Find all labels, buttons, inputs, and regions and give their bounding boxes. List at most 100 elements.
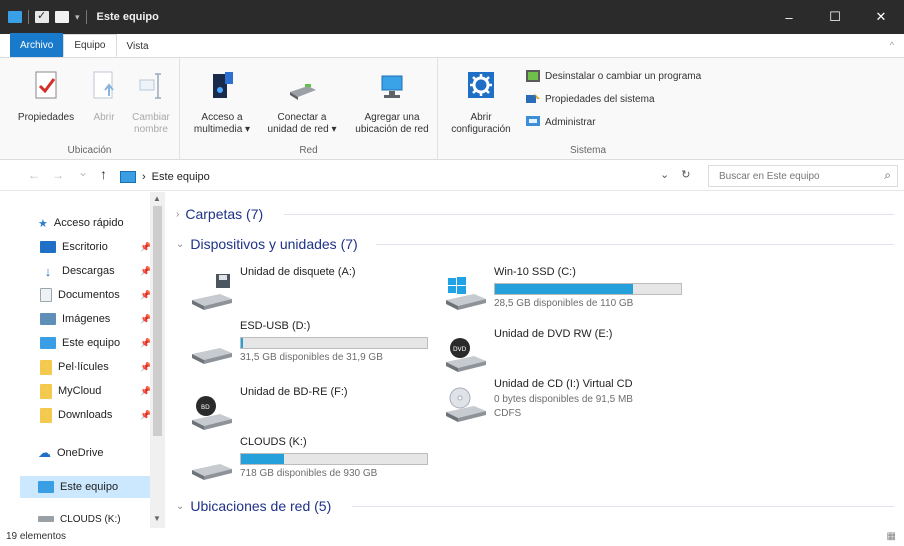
new-folder-icon[interactable]: [55, 11, 69, 23]
system-properties-button[interactable]: Propiedades del sistema: [526, 93, 655, 105]
breadcrumb[interactable]: › Este equipo: [120, 167, 210, 187]
rename-icon: [139, 73, 161, 99]
desktop-icon: [40, 241, 56, 253]
add-network-location-button[interactable]: Agregar una ubicación de red: [350, 70, 434, 136]
chevron-down-icon: ⌄: [176, 238, 185, 250]
search-icon: ⌕: [884, 168, 891, 182]
nav-scrollbar[interactable]: ▲ ▼: [150, 192, 165, 528]
usage-bar-fill: [241, 454, 284, 464]
drive-clouds-k[interactable]: CLOUDS (K:) 718 GB disponibles de 930 GB: [190, 436, 440, 488]
tab-file[interactable]: Archivo: [10, 33, 64, 57]
scroll-up-icon[interactable]: ▲: [153, 194, 161, 203]
drive-dvd-e[interactable]: DVD Unidad de DVD RW (E:): [444, 328, 694, 380]
tab-view[interactable]: Vista: [117, 35, 159, 57]
system-properties-icon: [526, 93, 540, 103]
floppy-drive-icon: [192, 274, 232, 310]
divider: [376, 244, 894, 245]
manage-button[interactable]: Administrar: [526, 116, 596, 128]
dvd-drive-icon: DVD: [446, 338, 486, 372]
drive-windows-c[interactable]: Win-10 SSD (C:) 28,5 GB disponibles de 1…: [444, 266, 694, 318]
drive-bd-f[interactable]: BD Unidad de BD-RE (F:): [190, 386, 440, 438]
nav-item-clouds-drive[interactable]: CLOUDS (K:): [38, 508, 121, 530]
rename-button[interactable]: Cambiar nombre: [126, 70, 176, 136]
nav-item-onedrive[interactable]: ☁ OneDrive: [38, 442, 103, 464]
manage-icon: [526, 116, 540, 126]
title-bar: ▾ Este equipo – ☐ ✕: [0, 0, 904, 34]
drive-free-space: 0 bytes disponibles de 91,5 MB: [494, 394, 633, 405]
computer-icon[interactable]: [8, 11, 22, 23]
back-arrow-icon[interactable]: ←: [28, 168, 40, 182]
nav-item-downloads-folder[interactable]: Downloads 📌: [40, 404, 151, 426]
nav-item-desktop[interactable]: Escritorio 📌: [40, 236, 151, 258]
quick-access-toolbar: ▾: [0, 9, 87, 24]
address-dropdown-icon[interactable]: ⌄: [660, 168, 669, 181]
scroll-down-icon[interactable]: ▼: [153, 514, 161, 523]
drive-floppy-a[interactable]: Unidad de disquete (A:): [190, 266, 440, 318]
network-location-icon: [381, 75, 403, 98]
drive-filesystem: CDFS: [494, 408, 522, 419]
drive-free-space: 28,5 GB disponibles de 110 GB: [494, 298, 634, 309]
drive-free-space: 718 GB disponibles de 930 GB: [240, 468, 378, 479]
drive-cd-i[interactable]: Unidad de CD (I:) Virtual CD 0 bytes dis…: [444, 378, 694, 430]
chevron-up-icon[interactable]: ^: [890, 40, 894, 50]
section-network-title: Ubicaciones de red (5): [190, 498, 332, 514]
drive-icon: [38, 516, 54, 522]
nav-item-this-pc-pinned[interactable]: Este equipo 📌: [40, 332, 151, 354]
nav-item-quick-access[interactable]: ★ Acceso rápido: [38, 212, 124, 234]
nav-item-movies[interactable]: Pel·lícules 📌: [40, 356, 151, 378]
section-folders[interactable]: › Carpetas (7): [176, 204, 263, 224]
nav-item-mycloud[interactable]: MyCloud 📌: [40, 380, 151, 402]
chevron-down-icon[interactable]: ▾: [75, 12, 80, 23]
up-arrow-icon[interactable]: ↑: [100, 166, 107, 182]
properties-icon[interactable]: [35, 9, 49, 23]
nav-item-downloads[interactable]: ↓ Descargas 📌: [40, 260, 151, 282]
tab-computer[interactable]: Equipo: [63, 34, 117, 57]
bd-drive-icon: BD: [192, 396, 232, 430]
gear-icon: [468, 72, 494, 98]
ribbon-group-location: Propiedades Abrir Cambiar nombre Ubicaci…: [0, 58, 180, 160]
refresh-icon[interactable]: ↻: [681, 168, 690, 181]
nav-item-pictures[interactable]: Imágenes 📌: [40, 308, 151, 330]
close-button[interactable]: ✕: [858, 0, 904, 34]
search-input[interactable]: Buscar en Este equipo ⌕: [708, 165, 898, 187]
ribbon: Propiedades Abrir Cambiar nombre Ubicaci…: [0, 58, 904, 160]
media-access-label: Acceso a multimedia ▾: [193, 112, 251, 135]
open-settings-label: Abrir configuración: [451, 112, 511, 135]
usage-bar: [240, 337, 428, 349]
maximize-button[interactable]: ☐: [812, 0, 858, 34]
scrollbar-thumb[interactable]: [153, 206, 162, 436]
nav-item-label: Este equipo: [62, 337, 121, 349]
media-access-button[interactable]: Acceso a multimedia ▾: [190, 70, 254, 136]
drive-name: ESD-USB (D:): [240, 320, 311, 332]
recent-locations-icon[interactable]: ⌄: [78, 165, 88, 179]
open-settings-button[interactable]: Abrir configuración: [442, 70, 520, 136]
nav-item-label: OneDrive: [57, 447, 104, 459]
group-label-location: Ubicación: [67, 145, 112, 156]
view-toggle-icon[interactable]: ▦: [887, 531, 896, 542]
usage-bar-fill: [495, 284, 633, 294]
group-label-network: Red: [299, 145, 318, 156]
section-network-locations[interactable]: ⌄ Ubicaciones de red (5): [176, 496, 331, 516]
cloud-drive-icon: [192, 464, 232, 480]
nav-item-documents[interactable]: Documentos 📌: [40, 284, 151, 306]
usb-drive-icon: [192, 348, 232, 364]
document-icon: [40, 288, 52, 302]
minimize-button[interactable]: –: [766, 0, 812, 34]
windows-drive-icon: [446, 277, 486, 310]
nav-item-label: Downloads: [58, 409, 113, 421]
open-label: Abrir: [93, 112, 115, 123]
system-properties-label: Propiedades del sistema: [545, 93, 655, 105]
properties-button[interactable]: Propiedades: [16, 70, 76, 124]
section-devices[interactable]: ⌄ Dispositivos y unidades (7): [176, 234, 358, 254]
breadcrumb-item[interactable]: Este equipo: [152, 171, 210, 183]
uninstall-program-button[interactable]: Desinstalar o cambiar un programa: [526, 70, 701, 82]
nav-item-this-pc[interactable]: Este equipo: [20, 476, 150, 498]
computer-icon: [38, 481, 54, 493]
drive-usb-d[interactable]: ESD-USB (D:) 31,5 GB disponibles de 31,9…: [190, 320, 440, 372]
forward-arrow-icon[interactable]: →: [52, 168, 64, 182]
folder-icon: [40, 407, 52, 423]
open-button[interactable]: Abrir: [88, 70, 120, 124]
nav-item-label: Este equipo: [60, 481, 119, 493]
map-network-drive-button[interactable]: Conectar a unidad de red ▾: [260, 70, 344, 136]
manage-label: Administrar: [545, 116, 596, 128]
